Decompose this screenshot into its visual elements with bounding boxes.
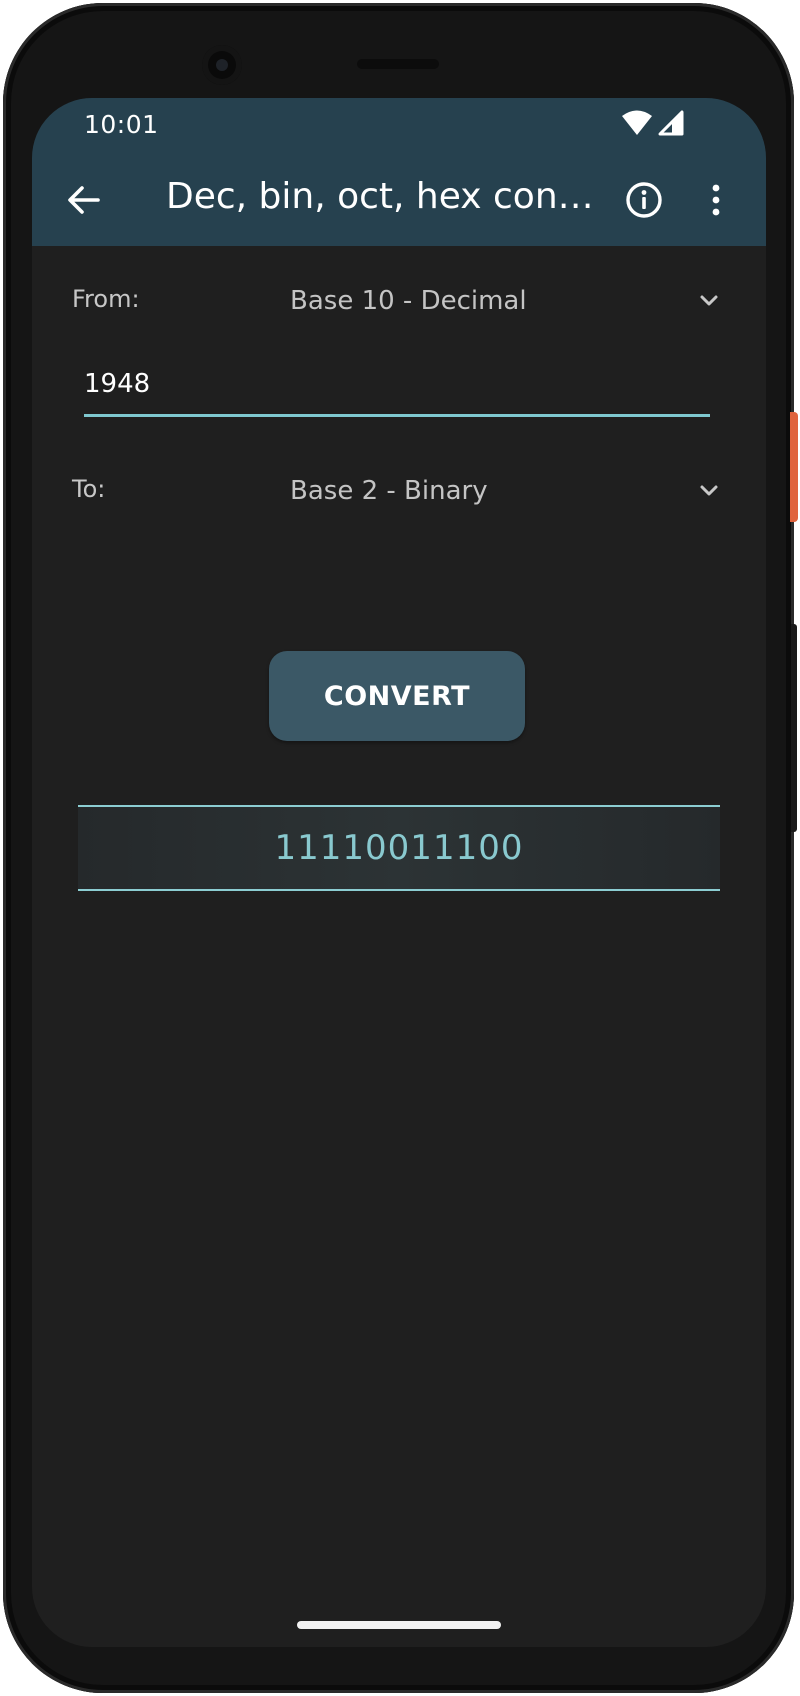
cell-signal-icon (658, 110, 684, 136)
phone-device: 10:01 Dec, bin, oct, hex conve... From: … (0, 0, 800, 1696)
status-icons (622, 110, 686, 138)
status-bar: 10:01 (32, 98, 766, 154)
home-indicator[interactable] (297, 1621, 501, 1629)
arrow-back-icon (68, 186, 100, 214)
chevron-down-icon (700, 485, 718, 496)
overflow-menu-button[interactable] (704, 178, 728, 222)
app-bar: Dec, bin, oct, hex conve... (32, 154, 766, 246)
back-button[interactable] (62, 178, 106, 222)
more-vert-icon (712, 184, 720, 216)
app-screen: 10:01 Dec, bin, oct, hex conve... From: … (32, 98, 766, 1647)
info-button[interactable] (622, 178, 666, 222)
from-base-dropdown[interactable]: Base 10 - Decimal (290, 276, 720, 326)
to-base-dropdown[interactable]: Base 2 - Binary (290, 466, 720, 516)
to-label: To: (72, 475, 106, 503)
result-display: 11110011100 (78, 805, 720, 891)
to-base-value: Base 2 - Binary (290, 476, 488, 506)
from-label: From: (72, 285, 140, 313)
number-input[interactable] (84, 360, 710, 417)
volume-button (791, 624, 797, 832)
power-button (790, 412, 798, 522)
chevron-down-icon (700, 295, 718, 306)
info-icon (626, 182, 662, 218)
convert-button[interactable]: CONVERT (269, 651, 525, 741)
from-base-value: Base 10 - Decimal (290, 286, 527, 316)
status-time: 10:01 (84, 110, 159, 139)
earpiece-speaker (357, 59, 439, 69)
front-camera (202, 45, 242, 85)
result-value: 11110011100 (274, 828, 524, 868)
app-title: Dec, bin, oct, hex conve... (166, 176, 606, 217)
wifi-icon (622, 110, 652, 135)
